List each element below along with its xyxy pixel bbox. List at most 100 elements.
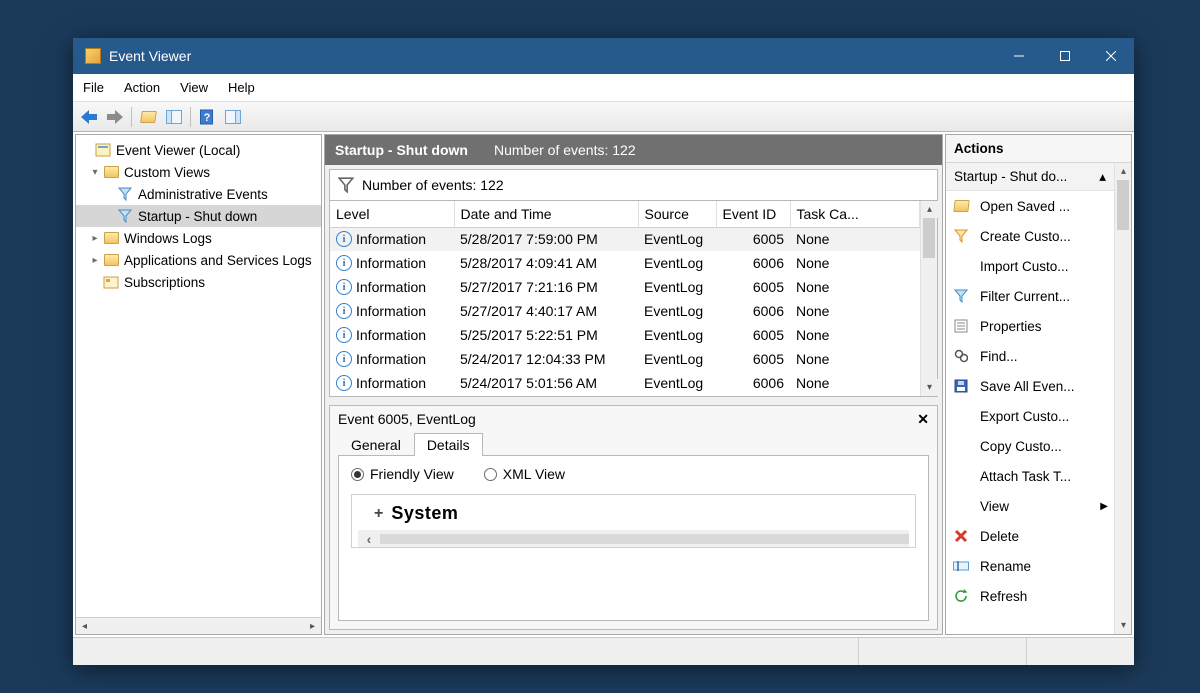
actions-vertical-scrollbar[interactable]: ▴ ▾ — [1114, 163, 1131, 634]
maximize-button[interactable] — [1042, 38, 1088, 74]
col-header-eventid[interactable]: Event ID — [716, 201, 790, 227]
titlebar[interactable]: Event Viewer — [73, 38, 1134, 74]
action-create-custo[interactable]: Create Custo... — [946, 221, 1114, 251]
table-row[interactable]: iInformation5/27/2017 7:21:16 PMEventLog… — [330, 275, 920, 299]
collapse-icon[interactable]: ▴ — [1099, 169, 1106, 185]
event-viewer-window: Event Viewer File Action View Help — [73, 38, 1134, 665]
action-refresh[interactable]: Refresh — [946, 581, 1114, 611]
expander-icon[interactable]: ▸ — [88, 233, 102, 244]
action-delete[interactable]: Delete — [946, 521, 1114, 551]
tree-horizontal-scrollbar[interactable]: ◂ ▸ — [76, 617, 321, 634]
scroll-track[interactable] — [921, 258, 937, 379]
action-import-custo[interactable]: Import Custo... — [946, 251, 1114, 281]
back-button[interactable] — [77, 105, 101, 129]
table-row[interactable]: iInformation5/27/2017 4:40:17 AMEventLog… — [330, 299, 920, 323]
scroll-down-arrow[interactable]: ▾ — [1115, 617, 1132, 634]
detail-horizontal-scrollbar[interactable]: ‹ — [358, 530, 909, 547]
menu-action[interactable]: Action — [114, 74, 170, 101]
table-row[interactable]: iInformation5/28/2017 7:59:00 PMEventLog… — [330, 227, 920, 251]
detail-close-button[interactable]: ✕ — [917, 411, 929, 428]
tree-admin-events[interactable]: Administrative Events — [76, 183, 321, 205]
scroll-down-arrow[interactable]: ▾ — [921, 379, 938, 396]
toolbar-separator — [190, 107, 191, 127]
table-vertical-scrollbar[interactable]: ▴ ▾ — [920, 201, 937, 396]
minimize-button[interactable] — [996, 38, 1042, 74]
radio-label: Friendly View — [370, 466, 454, 482]
action-label: Refresh — [980, 589, 1027, 604]
menu-file[interactable]: File — [73, 74, 114, 101]
action-properties[interactable]: Properties — [946, 311, 1114, 341]
tree-apps-services[interactable]: ▸ Applications and Services Logs — [76, 249, 321, 271]
menu-view[interactable]: View — [170, 74, 218, 101]
source-cell: EventLog — [638, 227, 716, 251]
status-cell — [858, 638, 1026, 665]
scroll-track[interactable] — [1115, 230, 1131, 617]
col-header-level[interactable]: Level — [330, 201, 454, 227]
tree-custom-views[interactable]: ▾ Custom Views — [76, 161, 321, 183]
toolbar-separator — [131, 107, 132, 127]
task-cell: None — [790, 275, 920, 299]
show-hide-actions-button[interactable] — [221, 105, 245, 129]
col-header-source[interactable]: Source — [638, 201, 716, 227]
col-header-date[interactable]: Date and Time — [454, 201, 638, 227]
task-cell: None — [790, 227, 920, 251]
action-open-saved[interactable]: Open Saved ... — [946, 191, 1114, 221]
open-folder-button[interactable] — [136, 105, 160, 129]
actions-category[interactable]: Startup - Shut do... ▴ — [946, 163, 1114, 191]
task-cell: None — [790, 251, 920, 275]
information-icon: i — [336, 255, 352, 271]
event-table[interactable]: Level Date and Time Source Event ID Task… — [330, 201, 920, 395]
action-label: Copy Custo... — [980, 439, 1062, 454]
scroll-thumb[interactable] — [923, 218, 935, 258]
table-header-row[interactable]: Level Date and Time Source Event ID Task… — [330, 201, 920, 227]
action-find[interactable]: Find... — [946, 341, 1114, 371]
scroll-left-arrow[interactable]: ‹ — [358, 531, 380, 547]
radio-xml-view[interactable]: XML View — [484, 466, 565, 482]
table-row[interactable]: iInformation5/28/2017 4:09:41 AMEventLog… — [330, 251, 920, 275]
table-row[interactable]: iInformation5/24/2017 12:04:33 PMEventLo… — [330, 347, 920, 371]
action-filter-current[interactable]: Filter Current... — [946, 281, 1114, 311]
tab-details[interactable]: Details — [414, 433, 483, 456]
tree-startup-shutdown[interactable]: Startup - Shut down — [76, 205, 321, 227]
table-row[interactable]: iInformation5/24/2017 5:01:56 AMEventLog… — [330, 371, 920, 395]
scroll-up-arrow[interactable]: ▴ — [1115, 163, 1132, 180]
delete-icon — [952, 529, 970, 543]
console-tree[interactable]: Event Viewer (Local) ▾ Custom Views Admi… — [76, 135, 321, 617]
menu-help[interactable]: Help — [218, 74, 265, 101]
action-save-all-even[interactable]: Save All Even... — [946, 371, 1114, 401]
action-rename[interactable]: Rename — [946, 551, 1114, 581]
action-attach-task-t[interactable]: Attach Task T... — [946, 461, 1114, 491]
action-export-custo[interactable]: Export Custo... — [946, 401, 1114, 431]
window-title: Event Viewer — [109, 48, 996, 64]
forward-button[interactable] — [103, 105, 127, 129]
scroll-right-arrow[interactable]: ▸ — [304, 618, 321, 635]
action-copy-custo[interactable]: Copy Custo... — [946, 431, 1114, 461]
tab-general[interactable]: General — [338, 433, 414, 456]
expander-icon[interactable]: ▸ — [88, 255, 102, 266]
scroll-left-arrow[interactable]: ◂ — [76, 618, 93, 635]
show-hide-tree-button[interactable] — [162, 105, 186, 129]
scroll-thumb[interactable] — [1117, 180, 1129, 230]
refresh-icon — [952, 589, 970, 603]
expand-plus-icon[interactable]: + — [374, 505, 383, 523]
scroll-track[interactable] — [380, 534, 909, 544]
action-view[interactable]: View▶ — [946, 491, 1114, 521]
action-label: Open Saved ... — [980, 199, 1070, 214]
help-button[interactable]: ? — [195, 105, 219, 129]
folder-icon — [952, 200, 970, 212]
rename-icon — [952, 560, 970, 572]
system-expand-row[interactable]: + System — [358, 503, 909, 524]
col-header-task[interactable]: Task Ca... — [790, 201, 920, 227]
radio-friendly-view[interactable]: Friendly View — [351, 466, 454, 482]
folder-icon — [102, 252, 120, 268]
tree-windows-logs[interactable]: ▸ Windows Logs — [76, 227, 321, 249]
tree-root[interactable]: Event Viewer (Local) — [76, 139, 321, 161]
action-label: Create Custo... — [980, 229, 1071, 244]
tree-subscriptions[interactable]: Subscriptions — [76, 271, 321, 293]
expander-icon[interactable]: ▾ — [88, 167, 102, 178]
close-button[interactable] — [1088, 38, 1134, 74]
scroll-up-arrow[interactable]: ▴ — [921, 201, 938, 218]
radio-icon — [351, 468, 364, 481]
table-row[interactable]: iInformation5/25/2017 5:22:51 PMEventLog… — [330, 323, 920, 347]
toolbar: ? — [73, 102, 1134, 132]
